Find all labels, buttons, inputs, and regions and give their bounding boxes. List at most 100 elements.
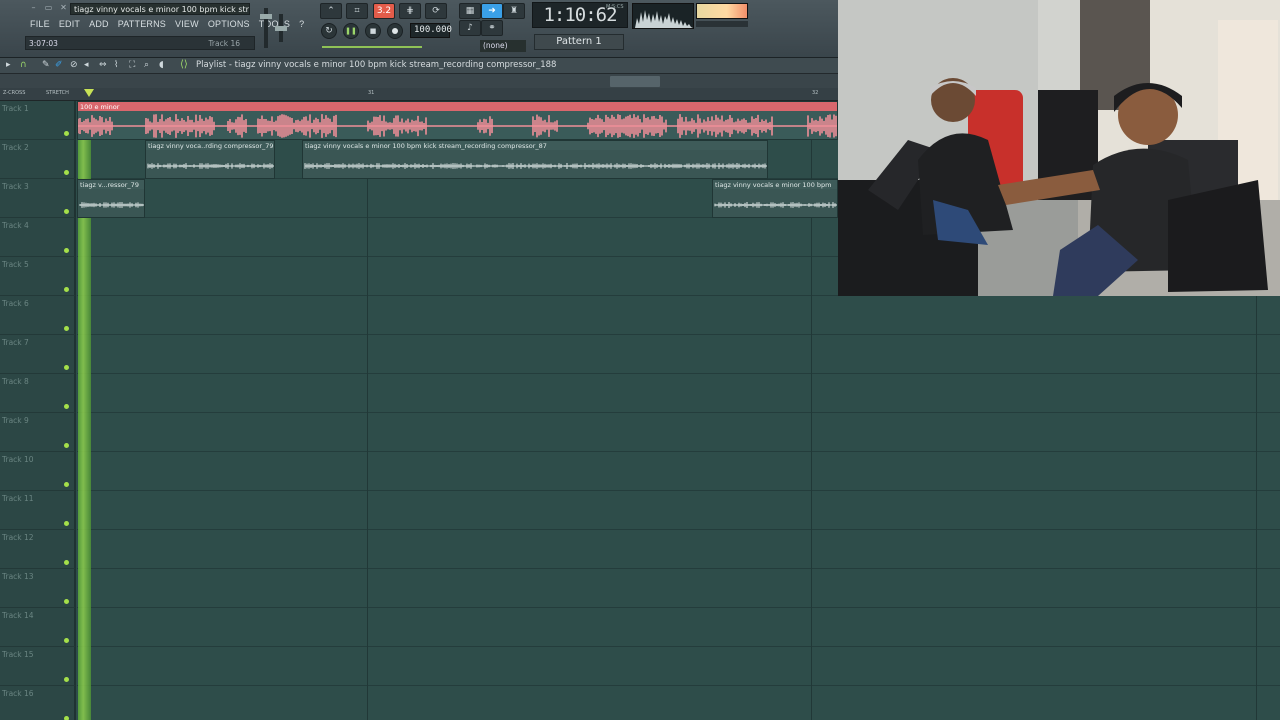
peak-meter bbox=[696, 3, 748, 19]
track-lane[interactable] bbox=[77, 569, 1280, 608]
track-lane[interactable] bbox=[77, 491, 1280, 530]
delete-icon[interactable]: ⊘ bbox=[70, 60, 78, 70]
record-button[interactable] bbox=[387, 23, 403, 39]
link-icon[interactable]: ⚭ bbox=[481, 20, 503, 36]
mixer-icon[interactable]: ♜ bbox=[503, 3, 525, 19]
track-lane[interactable] bbox=[77, 413, 1280, 452]
menu-file[interactable]: FILE bbox=[30, 19, 50, 29]
audio-clip-track3a[interactable]: tiagz v...ressor_79 bbox=[77, 179, 145, 218]
track-mute-led[interactable] bbox=[64, 638, 69, 643]
magnet-icon[interactable]: ∩ bbox=[20, 60, 27, 70]
pencil-icon[interactable]: ✎ bbox=[42, 60, 50, 70]
timeline-ruler[interactable]: Z-CROSS STRETCH 31 32 bbox=[0, 88, 838, 101]
piano-roll-icon[interactable]: ▦ bbox=[459, 3, 481, 19]
track-lane[interactable] bbox=[77, 530, 1280, 569]
track-header[interactable]: Track 15 bbox=[0, 647, 76, 686]
track-mute-led[interactable] bbox=[64, 677, 69, 682]
track-mute-led[interactable] bbox=[64, 287, 69, 292]
restore-icon[interactable]: ▭ bbox=[43, 3, 54, 13]
close-icon[interactable]: ✕ bbox=[58, 3, 69, 13]
track-header[interactable]: Track 10 bbox=[0, 452, 76, 491]
menu-edit[interactable]: EDIT bbox=[59, 19, 80, 29]
track-name: Track 9 bbox=[2, 416, 29, 425]
master-pitch-slider[interactable] bbox=[275, 14, 287, 42]
track-lane[interactable] bbox=[77, 296, 1280, 335]
menu-help[interactable]: ? bbox=[299, 19, 304, 29]
track-lane[interactable] bbox=[77, 647, 1280, 686]
track-header[interactable]: Track 13 bbox=[0, 569, 76, 608]
track-header[interactable]: Track 14 bbox=[0, 608, 76, 647]
track-header[interactable]: Track 8 bbox=[0, 374, 76, 413]
loop-record-icon[interactable]: ⟳ bbox=[425, 3, 447, 19]
track-lane[interactable] bbox=[77, 608, 1280, 647]
track-mute-led[interactable] bbox=[64, 209, 69, 214]
track-mute-led[interactable] bbox=[64, 170, 69, 175]
song-mode-icon[interactable]: ↻ bbox=[321, 23, 337, 39]
track-mute-led[interactable] bbox=[64, 482, 69, 487]
track-lane[interactable] bbox=[77, 452, 1280, 491]
track-header[interactable]: Track 6 bbox=[0, 296, 76, 335]
track-lane[interactable] bbox=[77, 374, 1280, 413]
track-header[interactable]: Track 2 bbox=[0, 140, 76, 179]
menu-options[interactable]: OPTIONS bbox=[208, 19, 250, 29]
slip-icon[interactable]: ⇔ bbox=[99, 60, 107, 70]
track-header[interactable]: Track 11 bbox=[0, 491, 76, 530]
metronome-icon[interactable]: ⌃ bbox=[320, 3, 342, 19]
track-header[interactable]: Track 1 bbox=[0, 101, 76, 140]
horizontal-scrollbar[interactable] bbox=[610, 76, 660, 87]
menu-add[interactable]: ADD bbox=[89, 19, 109, 29]
track-mute-led[interactable] bbox=[64, 404, 69, 409]
bar-32-label: 32 bbox=[812, 90, 819, 96]
slice-icon[interactable]: ⌇ bbox=[114, 60, 118, 70]
track-name: Track 10 bbox=[2, 455, 34, 464]
pattern-selector[interactable]: Pattern 1 bbox=[534, 34, 624, 50]
track-lane[interactable] bbox=[77, 335, 1280, 374]
channel-selector[interactable]: (none) bbox=[480, 40, 526, 52]
speaker-icon[interactable]: ◖ bbox=[159, 60, 164, 70]
track-lane[interactable] bbox=[77, 686, 1280, 720]
stop-button[interactable]: ■ bbox=[365, 23, 381, 39]
track-mute-led[interactable] bbox=[64, 365, 69, 370]
track-header[interactable]: Track 16 bbox=[0, 686, 76, 720]
track-header[interactable]: Track 4 bbox=[0, 218, 76, 257]
track-header[interactable]: Track 5 bbox=[0, 257, 76, 296]
track-mute-led[interactable] bbox=[64, 716, 69, 720]
track-header[interactable]: Track 7 bbox=[0, 335, 76, 374]
browser-icon[interactable]: ♪ bbox=[459, 20, 481, 36]
tempo-field[interactable]: 100.000 bbox=[410, 23, 452, 38]
track-name: Track 13 bbox=[2, 572, 34, 581]
step-edit-icon[interactable]: ⋕ bbox=[399, 3, 421, 19]
track-mute-led[interactable] bbox=[64, 131, 69, 136]
track-mute-led[interactable] bbox=[64, 326, 69, 331]
menu-view[interactable]: VIEW bbox=[175, 19, 199, 29]
select-icon[interactable]: ⛶ bbox=[129, 60, 135, 70]
track-name: Track 7 bbox=[2, 338, 29, 347]
typing-keyboard-icon[interactable]: ⌗ bbox=[346, 3, 368, 19]
audio-clip-track1[interactable]: 100 e minor bbox=[77, 101, 838, 140]
track-mute-led[interactable] bbox=[64, 599, 69, 604]
mute-icon[interactable]: ◂ bbox=[84, 60, 89, 70]
master-volume-slider[interactable] bbox=[260, 8, 272, 48]
playlist-toolbar: ▸ ∩ ✎ ✐ ⊘ ◂ ⇔ ⌇ ⛶ ⌕ ◖ ⟨⟩ Playlist - tiag… bbox=[0, 58, 838, 74]
minimize-icon[interactable]: – bbox=[28, 3, 39, 13]
track-header[interactable]: Track 9 bbox=[0, 413, 76, 452]
playlist-arrow-icon[interactable]: ➜ bbox=[481, 3, 503, 19]
play-pause-button[interactable]: ❚❚ bbox=[343, 23, 359, 39]
track-name: Track 3 bbox=[2, 182, 29, 191]
audio-clip-track2b[interactable]: tiagz vinny vocals e minor 100 bpm kick … bbox=[302, 140, 768, 179]
track-mute-led[interactable] bbox=[64, 521, 69, 526]
track-mute-led[interactable] bbox=[64, 248, 69, 253]
track-header[interactable]: Track 12 bbox=[0, 530, 76, 569]
paint-icon[interactable]: ✐ bbox=[55, 60, 63, 70]
track-header[interactable]: Track 3 bbox=[0, 179, 76, 218]
menu-patterns[interactable]: PATTERNS bbox=[118, 19, 166, 29]
zoom-icon[interactable]: ⌕ bbox=[144, 60, 149, 70]
track-mute-led[interactable] bbox=[64, 560, 69, 565]
audio-clip-track3b[interactable]: tiagz vinny vocals e minor 100 bpm bbox=[712, 179, 838, 218]
track-mute-led[interactable] bbox=[64, 443, 69, 448]
playlist-nav-icon[interactable]: ⟨⟩ bbox=[180, 59, 188, 70]
snap-badge[interactable]: 3.2 bbox=[373, 3, 395, 19]
menu-arrow-icon[interactable]: ▸ bbox=[6, 60, 11, 70]
audio-clip-track2a[interactable]: tiagz vinny voca..rding compressor_79 bbox=[145, 140, 275, 179]
playhead-marker[interactable] bbox=[84, 89, 94, 97]
